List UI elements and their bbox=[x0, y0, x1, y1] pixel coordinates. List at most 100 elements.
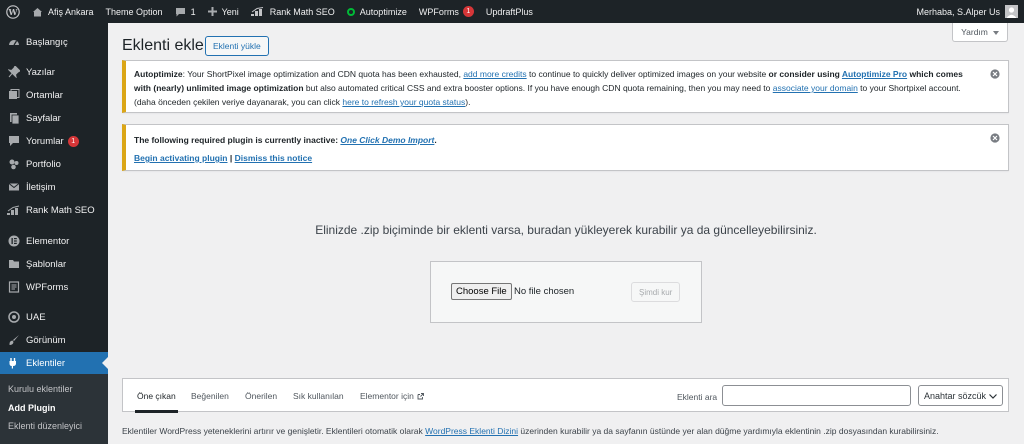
sidebar-item-label: Görünüm bbox=[26, 334, 66, 346]
admin-bar-updraftplus[interactable]: UpdraftPlus bbox=[480, 0, 539, 23]
admin-bar-rank-math[interactable]: Rank Math SEO bbox=[245, 0, 341, 23]
sidebar-item-dashboard[interactable]: Başlangıç bbox=[0, 31, 108, 53]
sidebar-item-wpforms[interactable]: WPForms bbox=[0, 276, 108, 298]
upload-form: Choose File No file chosen Şimdi kur bbox=[430, 261, 702, 323]
admin-sidebar: Başlangıç Yazılar Ortamlar Sayfalar Yoru… bbox=[0, 23, 108, 444]
rank-math-icon bbox=[7, 204, 20, 217]
begin-activating-link[interactable]: Begin activating plugin bbox=[134, 153, 228, 163]
sidebar-item-templates[interactable]: Şablonlar bbox=[0, 253, 108, 275]
home-icon bbox=[32, 7, 43, 17]
comment-icon bbox=[175, 7, 186, 17]
forms-icon bbox=[7, 281, 20, 294]
link-separator: | bbox=[227, 153, 235, 163]
plugin-directory-link[interactable]: WordPress Eklenti Dizini bbox=[425, 426, 518, 436]
chevron-down-icon bbox=[989, 391, 997, 401]
media-icon bbox=[7, 89, 20, 102]
submenu-add-plugin[interactable]: Add Plugin bbox=[8, 403, 56, 413]
tab-popular[interactable]: Beğenilen bbox=[191, 391, 229, 401]
install-now-button[interactable]: Şimdi kur bbox=[631, 282, 681, 302]
notice-text: but also automated critical CSS and extr… bbox=[303, 83, 773, 93]
elementor-icon bbox=[7, 235, 20, 248]
required-plugin-notice: The following required plugin is current… bbox=[122, 124, 1009, 171]
description-text: Eklentiler WordPress yeteneklerini artır… bbox=[122, 426, 426, 436]
admin-bar-site-name[interactable]: Afiş Ankara bbox=[26, 0, 100, 23]
sidebar-item-comments[interactable]: Yorumlar 1 bbox=[0, 130, 108, 152]
folder-icon bbox=[7, 258, 20, 271]
plugins-submenu: Kurulu eklentiler Add Plugin Eklenti düz… bbox=[0, 374, 108, 444]
portfolio-icon bbox=[7, 158, 20, 171]
sidebar-item-contact[interactable]: İletişim bbox=[0, 176, 108, 198]
sidebar-item-pages[interactable]: Sayfalar bbox=[0, 107, 108, 129]
comment-icon bbox=[7, 135, 20, 148]
refresh-quota-link[interactable]: here to refresh your quota status bbox=[342, 97, 465, 107]
one-click-demo-import-link[interactable]: One Click Demo Import bbox=[340, 135, 434, 145]
page-title: Eklenti ekle bbox=[122, 37, 204, 54]
sidebar-item-label: Ortamlar bbox=[26, 89, 63, 101]
updraftplus-label: UpdraftPlus bbox=[485, 6, 533, 17]
search-type-select[interactable]: Anahtar sözcük bbox=[918, 385, 1003, 406]
notice-bold-text: The following required plugin is current… bbox=[134, 135, 341, 145]
sidebar-item-label: Başlangıç bbox=[26, 36, 68, 48]
uae-icon bbox=[7, 311, 20, 324]
sidebar-item-rank-math[interactable]: Rank Math SEO bbox=[0, 199, 108, 221]
rank-math-label: Rank Math SEO bbox=[269, 6, 335, 17]
sidebar-item-label: Elementor bbox=[26, 235, 70, 247]
tab-elementor-label: Elementor için bbox=[360, 391, 414, 401]
sidebar-item-media[interactable]: Ortamlar bbox=[0, 84, 108, 106]
admin-bar-theme-option[interactable]: Theme Option bbox=[100, 0, 169, 23]
sidebar-item-portfolio[interactable]: Portfolio bbox=[0, 153, 108, 175]
tab-favorites[interactable]: Sık kullanılan bbox=[293, 391, 344, 401]
add-credits-link[interactable]: add more credits bbox=[463, 69, 526, 79]
wpforms-label: WPForms bbox=[418, 6, 459, 17]
sidebar-item-uae[interactable]: UAE bbox=[0, 306, 108, 328]
notice-bold-text: or consider using bbox=[768, 69, 842, 79]
tab-recommended[interactable]: Önerilen bbox=[245, 391, 277, 401]
main-content: Yardım Eklenti ekle Eklenti yükle Autopt… bbox=[108, 23, 1024, 444]
autoptimize-notice-text: Autoptimize: Your ShortPixel image optim… bbox=[134, 67, 976, 95]
dismiss-icon[interactable] bbox=[990, 69, 1000, 79]
greeting-label: Merhaba, S.Alper Us bbox=[916, 6, 1000, 17]
sidebar-item-label: Şablonlar bbox=[26, 258, 67, 270]
admin-bar-autoptimize[interactable]: Autoptimize bbox=[341, 0, 413, 23]
submenu-installed-plugins[interactable]: Kurulu eklentiler bbox=[8, 384, 73, 394]
associate-domain-link[interactable]: associate your domain bbox=[773, 83, 858, 93]
sidebar-item-posts[interactable]: Yazılar bbox=[0, 61, 108, 83]
dismiss-notice-link[interactable]: Dismiss this notice bbox=[235, 153, 312, 163]
sidebar-item-appearance[interactable]: Görünüm bbox=[0, 329, 108, 351]
dismiss-icon[interactable] bbox=[990, 133, 1000, 143]
notice-text: to your Shortpixel account. bbox=[857, 83, 961, 93]
pages-icon bbox=[7, 112, 20, 125]
choose-file-button[interactable]: Choose File bbox=[451, 283, 512, 300]
admin-bar-wpforms[interactable]: WPForms 1 bbox=[413, 0, 480, 23]
caret-down-icon bbox=[992, 27, 999, 37]
notice-text: ). bbox=[465, 97, 471, 107]
sidebar-item-plugins[interactable]: Eklentiler bbox=[0, 352, 108, 374]
notice-bold-text: . bbox=[434, 135, 437, 145]
sidebar-item-label: UAE bbox=[26, 311, 46, 323]
notice-brand: Autoptimize bbox=[134, 69, 183, 79]
notice-text: to continue to quickly deliver optimized… bbox=[526, 69, 769, 79]
sidebar-item-elementor[interactable]: Elementor bbox=[0, 230, 108, 252]
tab-featured[interactable]: Öne çıkan bbox=[135, 391, 178, 413]
status-dot-icon bbox=[346, 7, 355, 16]
submenu-plugin-editor[interactable]: Eklenti düzenleyici bbox=[8, 421, 82, 431]
plus-icon bbox=[207, 7, 217, 16]
pin-icon bbox=[7, 66, 20, 79]
mail-icon bbox=[7, 181, 20, 194]
upload-plugin-button[interactable]: Eklenti yükle bbox=[205, 36, 269, 56]
admin-bar-comments[interactable]: 1 bbox=[169, 0, 202, 23]
admin-bar-wordpress-logo[interactable]: W bbox=[0, 0, 26, 23]
admin-bar: W Afiş Ankara Theme Option 1 Yeni Rank M… bbox=[0, 0, 1024, 23]
sidebar-item-label: Portfolio bbox=[26, 158, 61, 170]
description-text: üzerinden kurabilir ya da sayfanın üstün… bbox=[518, 426, 939, 436]
help-tab-button[interactable]: Yardım bbox=[952, 23, 1008, 42]
wordpress-logo-icon: W bbox=[6, 4, 20, 19]
tab-elementor[interactable]: Elementor için bbox=[360, 391, 424, 402]
admin-bar-new[interactable]: Yeni bbox=[202, 0, 245, 23]
required-plugin-text: The following required plugin is current… bbox=[134, 133, 976, 147]
admin-bar-account[interactable]: Merhaba, S.Alper Us bbox=[916, 5, 1024, 18]
comments-count: 1 bbox=[190, 6, 196, 17]
autoptimize-notice-subtext: (daha önceden çekilen veriye dayanarak, … bbox=[134, 95, 976, 109]
autoptimize-pro-link[interactable]: Autoptimize Pro bbox=[842, 69, 907, 79]
plugin-search-input[interactable] bbox=[722, 385, 911, 406]
